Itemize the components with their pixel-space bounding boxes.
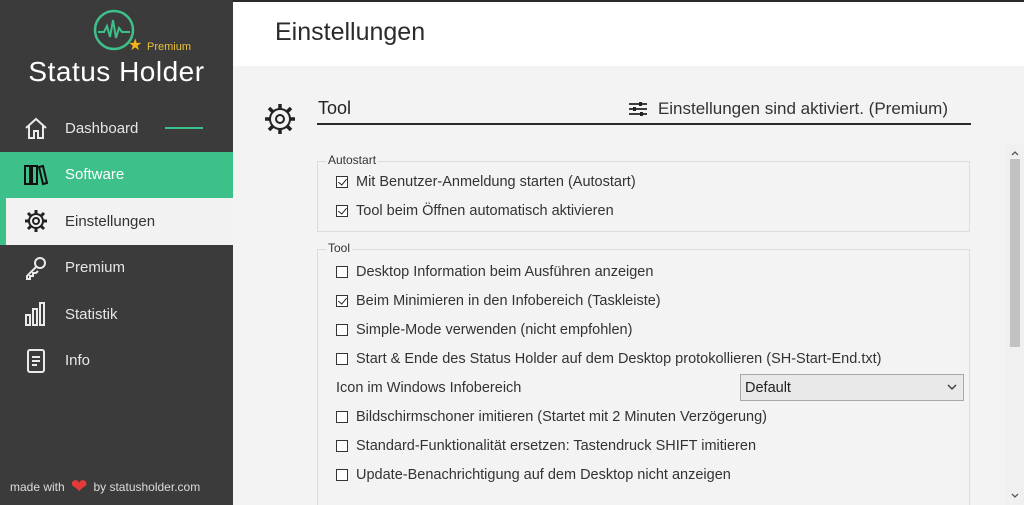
brand-title: Status Holder	[28, 56, 205, 87]
checkbox-unchecked[interactable]	[336, 411, 348, 423]
checkbox-unchecked[interactable]	[336, 440, 348, 452]
books-icon	[22, 161, 50, 189]
autostart-checkbox[interactable]: Mit Benutzer-Anmeldung starten (Autostar…	[336, 174, 636, 190]
checkbox-checked[interactable]	[336, 176, 348, 188]
sidebar-item-info[interactable]: Info	[0, 338, 233, 385]
heart-icon: ❤	[70, 476, 88, 498]
checkbox-unchecked[interactable]	[336, 469, 348, 481]
shift-key-checkbox[interactable]: Standard-Funktionalität ersetzen: Tasten…	[336, 438, 756, 454]
scroll-down-icon[interactable]	[1010, 491, 1020, 501]
gear-icon	[265, 104, 295, 134]
premium-badge: Premium	[147, 41, 192, 53]
sidebar-item-label: Software	[65, 166, 125, 184]
group-legend: Tool	[326, 241, 353, 255]
home-icon	[22, 114, 50, 142]
checkbox-label: Simple-Mode verwenden (nicht empfohlen)	[356, 322, 633, 338]
sidebar-item-label: Dashboard	[65, 119, 139, 137]
status-text: Einstellungen sind aktiviert. (Premium)	[657, 99, 948, 118]
autostart-group: Autostart Mit Benutzer-Anmeldung starten…	[317, 153, 970, 232]
sidebar-item-premium[interactable]: Premium	[0, 245, 233, 292]
update-notification-checkbox[interactable]: Update-Benachrichtigung auf dem Desktop …	[336, 467, 731, 483]
sidebar-item-dashboard[interactable]: Dashboard	[0, 105, 233, 152]
page-title: Einstellungen	[275, 18, 426, 46]
checkbox-checked[interactable]	[336, 205, 348, 217]
sidebar-footer: made with ❤ by statusholder.com	[10, 476, 200, 498]
sliders-icon	[628, 102, 647, 116]
checkbox-label: Bildschirmschoner imitieren (Startet mit…	[356, 409, 767, 425]
tray-icon-select[interactable]: Default	[740, 374, 964, 401]
desktop-info-checkbox[interactable]: Desktop Information beim Ausführen anzei…	[336, 264, 653, 280]
sidebar-item-label: Statistik	[65, 305, 118, 323]
log-start-end-checkbox[interactable]: Start & Ende des Status Holder auf dem D…	[336, 351, 881, 367]
auto-activate-checkbox[interactable]: Tool beim Öffnen automatisch aktivieren	[336, 203, 614, 219]
scroll-up-icon[interactable]	[1010, 148, 1020, 158]
minimize-tray-checkbox[interactable]: Beim Minimieren in den Infobereich (Task…	[336, 293, 661, 309]
section-title: Tool	[318, 98, 352, 118]
sidebar-item-einstellungen[interactable]: Einstellungen	[0, 198, 233, 245]
sidebar-item-statistik[interactable]: Statistik	[0, 291, 233, 338]
section-status[interactable]: Einstellungen sind aktiviert. (Premium)	[628, 99, 948, 119]
vertical-scrollbar[interactable]	[1006, 144, 1024, 505]
star-icon: ★	[128, 35, 143, 54]
checkbox-label: Start & Ende des Status Holder auf dem D…	[356, 351, 882, 367]
footer-link[interactable]: by statusholder.com	[93, 480, 200, 494]
checkbox-label: Standard-Funktionalität ersetzen: Tasten…	[356, 438, 757, 454]
checkbox-label: Tool beim Öffnen automatisch aktivieren	[356, 203, 614, 219]
gear-icon	[22, 207, 50, 235]
bar-chart-icon	[22, 300, 50, 328]
section-divider	[317, 123, 971, 125]
checkbox-unchecked[interactable]	[336, 266, 348, 278]
chevron-down-icon	[947, 384, 957, 390]
checkbox-label: Desktop Information beim Ausführen anzei…	[356, 264, 654, 280]
checkbox-label: Update-Benachrichtigung auf dem Desktop …	[356, 467, 731, 483]
screensaver-checkbox[interactable]: Bildschirmschoner imitieren (Startet mit…	[336, 409, 767, 425]
sidebar-item-label: Info	[65, 352, 91, 370]
group-legend: Autostart	[326, 153, 379, 167]
sidebar-item-software[interactable]: Software	[0, 151, 233, 198]
checkbox-label: Beim Minimieren in den Infobereich (Task…	[356, 293, 661, 309]
key-icon	[22, 254, 50, 282]
scroll-thumb[interactable]	[1010, 159, 1020, 347]
checkbox-unchecked[interactable]	[336, 353, 348, 365]
header: Einstellungen	[233, 2, 1024, 66]
active-indicator	[165, 127, 203, 129]
sidebar-nav: Dashboard Software Einstellungen Premium	[0, 105, 233, 384]
sidebar-item-label: Einstellungen	[65, 212, 156, 230]
footer-made-with: made with	[10, 480, 65, 494]
select-value: Default	[745, 379, 791, 396]
document-icon	[22, 347, 50, 375]
sidebar: ★ Premium Status Holder Dashboard Softwa…	[0, 0, 233, 505]
main-content: Tool Einstellungen sind aktiviert. (Prem…	[233, 66, 1024, 505]
checkbox-unchecked[interactable]	[336, 324, 348, 336]
checkbox-checked[interactable]	[336, 295, 348, 307]
sidebar-item-label: Premium	[65, 259, 126, 277]
simple-mode-checkbox[interactable]: Simple-Mode verwenden (nicht empfohlen)	[336, 322, 632, 338]
tray-icon-label: Icon im Windows Infobereich	[336, 380, 522, 396]
checkbox-label: Mit Benutzer-Anmeldung starten (Autostar…	[356, 174, 636, 190]
